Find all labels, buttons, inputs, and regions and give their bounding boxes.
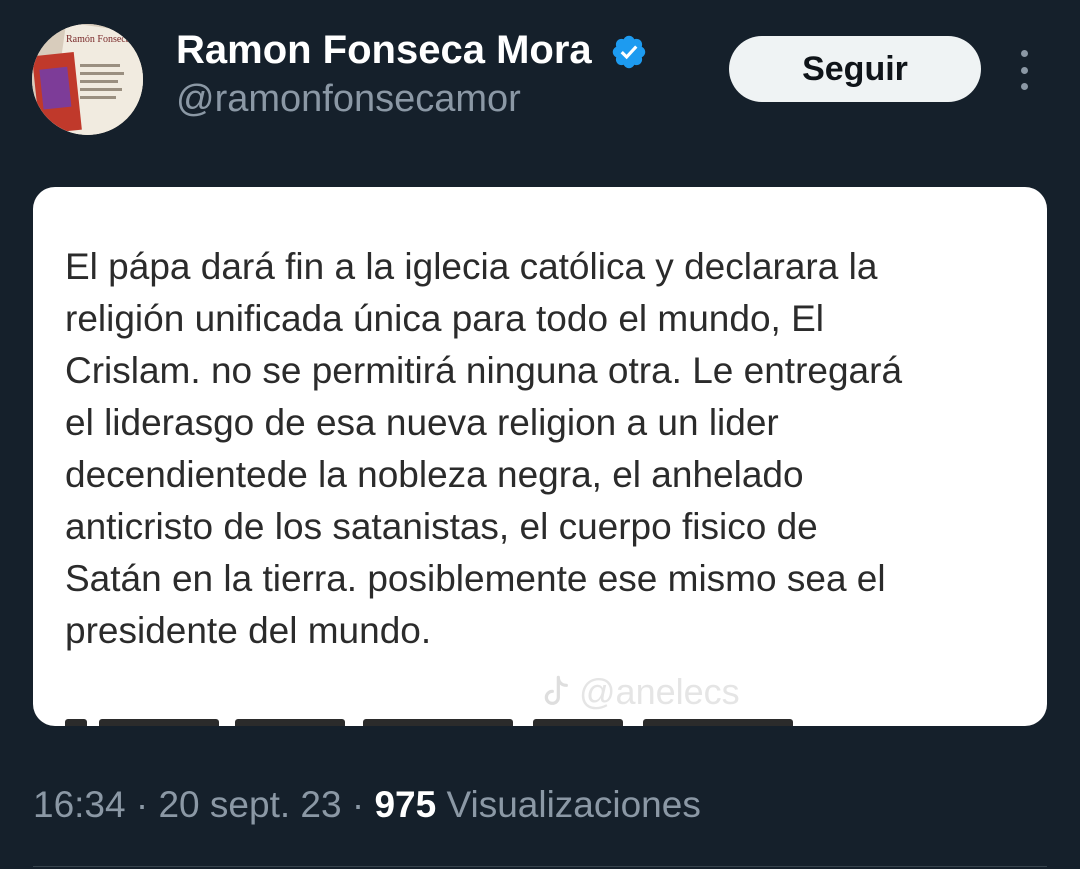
- tweet-media-image[interactable]: El pápa dará fin a la iglecia católica y…: [33, 187, 1047, 726]
- author-handle[interactable]: @ramonfonsecamor: [176, 78, 521, 121]
- watermark-text: @anelecs: [579, 671, 740, 712]
- meta-separator: ·: [125, 784, 159, 825]
- divider: [33, 866, 1047, 867]
- views-count: 975: [374, 784, 437, 825]
- avatar-text: Ramón Fonseca: [66, 34, 131, 45]
- views-label: Visualizaciones: [436, 784, 701, 825]
- tweet-time[interactable]: 16:34: [33, 784, 126, 825]
- meta-separator: ·: [341, 784, 375, 825]
- more-dot: [1020, 50, 1028, 57]
- media-text-cutoff: [65, 719, 865, 726]
- more-dot: [1020, 83, 1028, 90]
- more-dot: [1020, 66, 1028, 74]
- watermark: @anelecs: [541, 671, 740, 713]
- follow-button[interactable]: Seguir: [729, 36, 981, 102]
- tiktok-icon: [544, 675, 568, 705]
- tweet-meta: 16:34 · 20 sept. 23 · 975 Visualizacione…: [33, 784, 701, 826]
- tweet-date[interactable]: 20 sept. 23: [158, 784, 341, 825]
- verified-badge-icon: [612, 35, 646, 69]
- media-text: El pápa dará fin a la iglecia católica y…: [65, 246, 903, 651]
- more-vertical-icon[interactable]: [1010, 50, 1038, 90]
- author-display-name[interactable]: Ramon Fonseca Mora: [176, 28, 592, 73]
- avatar[interactable]: Ramón Fonseca: [32, 24, 143, 135]
